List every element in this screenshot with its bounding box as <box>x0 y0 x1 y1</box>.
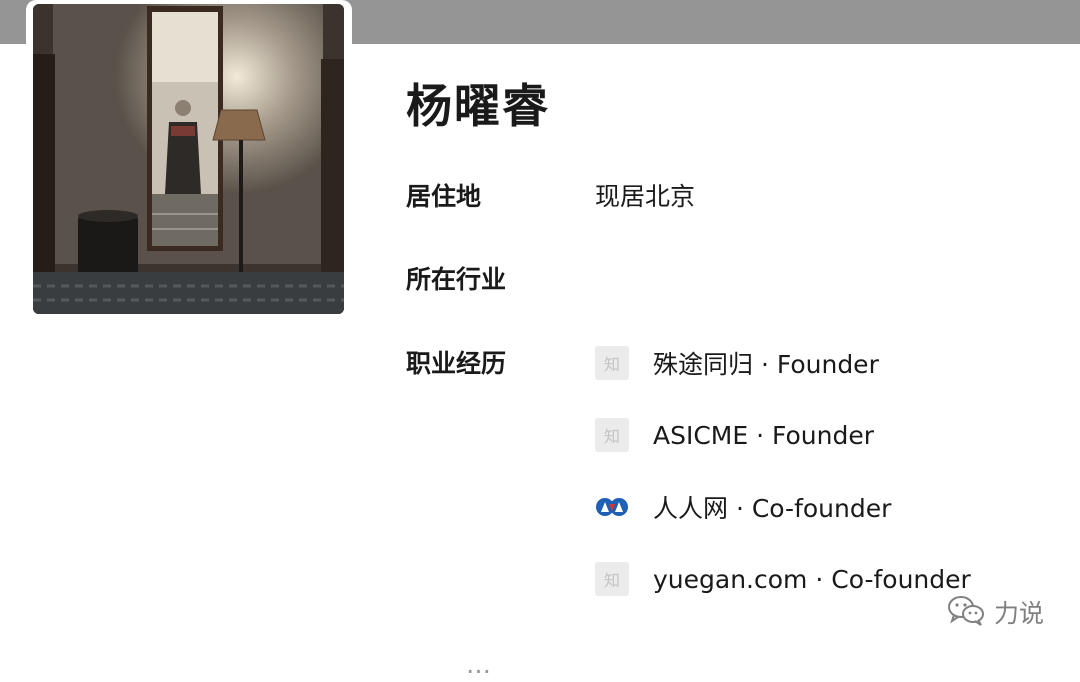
career-item-text: ASICME · Founder <box>653 420 875 450</box>
avatar[interactable] <box>33 4 344 314</box>
avatar-photo <box>33 4 344 314</box>
watermark-text: 力说 <box>994 599 1045 628</box>
career-label: 职业经历 <box>406 349 507 378</box>
profile-name: 杨曜睿 <box>406 79 550 133</box>
career-item[interactable]: 知 殊途同归 · Founder <box>595 345 879 381</box>
watermark: 力说 <box>946 594 1044 630</box>
residence-value: 现居北京 <box>595 182 696 211</box>
residence-label: 居住地 <box>406 182 482 211</box>
renren-logo-icon <box>595 490 629 524</box>
wechat-icon <box>946 594 986 630</box>
industry-label: 所在行业 <box>406 265 507 294</box>
career-item-text: 人人网 · Co-founder <box>653 494 892 523</box>
career-item[interactable]: 知 ASICME · Founder <box>595 417 874 453</box>
career-item-text: yuegan.com · Co-founder <box>653 564 971 594</box>
career-item-text: 殊途同归 · Founder <box>653 350 879 379</box>
zhihu-default-logo-icon: 知 <box>595 562 629 596</box>
zhihu-default-logo-icon: 知 <box>595 346 629 380</box>
career-item[interactable]: 知 yuegan.com · Co-founder <box>595 561 971 597</box>
cut-off-text: … <box>466 650 491 679</box>
career-item[interactable]: 人人网 · Co-founder <box>595 489 891 525</box>
zhihu-default-logo-icon: 知 <box>595 418 629 452</box>
